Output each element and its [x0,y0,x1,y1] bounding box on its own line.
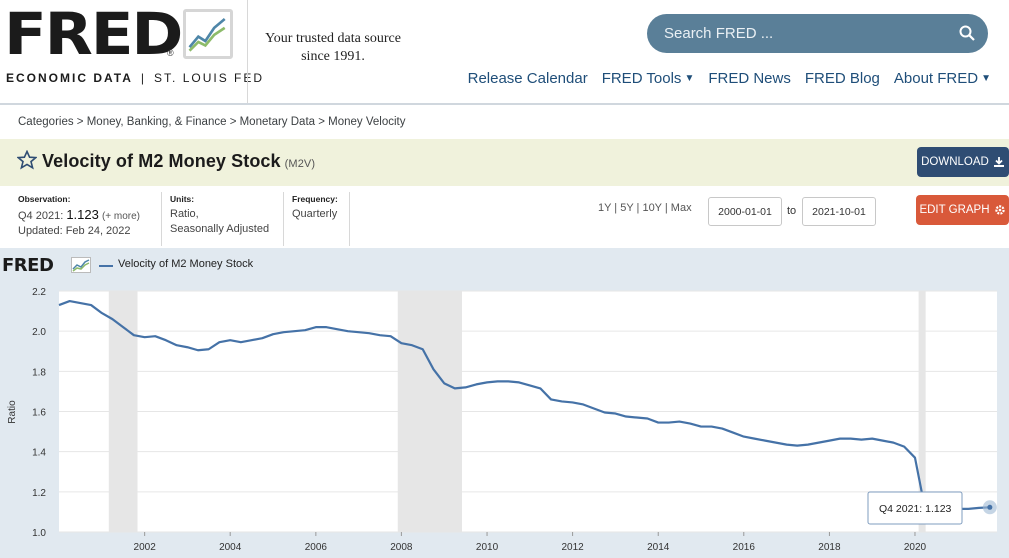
x-tick-label: 2014 [647,542,670,553]
y-tick-label: 1.4 [32,448,46,459]
x-tick-label: 2002 [134,542,157,553]
x-tick-label: 2018 [818,542,841,553]
x-tick-label: 2012 [561,542,584,553]
x-tick-label: 2016 [733,542,756,553]
tooltip-text: Q4 2021: 1.123 [879,503,952,515]
y-tick-label: 1.2 [32,488,46,499]
highlight-point[interactable] [987,504,993,510]
x-tick-label: 2020 [904,542,927,553]
y-tick-label: 1.0 [32,528,46,539]
x-tick-label: 2006 [305,542,328,553]
line-chart[interactable]: 1.0 1.2 1.4 1.6 1.8 2.0 2.2 2002 2004 2006 2008 201… [0,0,1009,558]
y-tick-label: 1.8 [32,367,46,378]
x-tick-label: 2004 [219,542,242,553]
y-tick-label: 2.2 [32,287,46,298]
x-tick-label: 2010 [476,542,499,553]
y-axis-label: Ratio [7,400,18,424]
x-tick-label: 2008 [390,542,413,553]
y-tick-label: 1.6 [32,408,46,419]
y-tick-label: 2.0 [32,327,46,338]
